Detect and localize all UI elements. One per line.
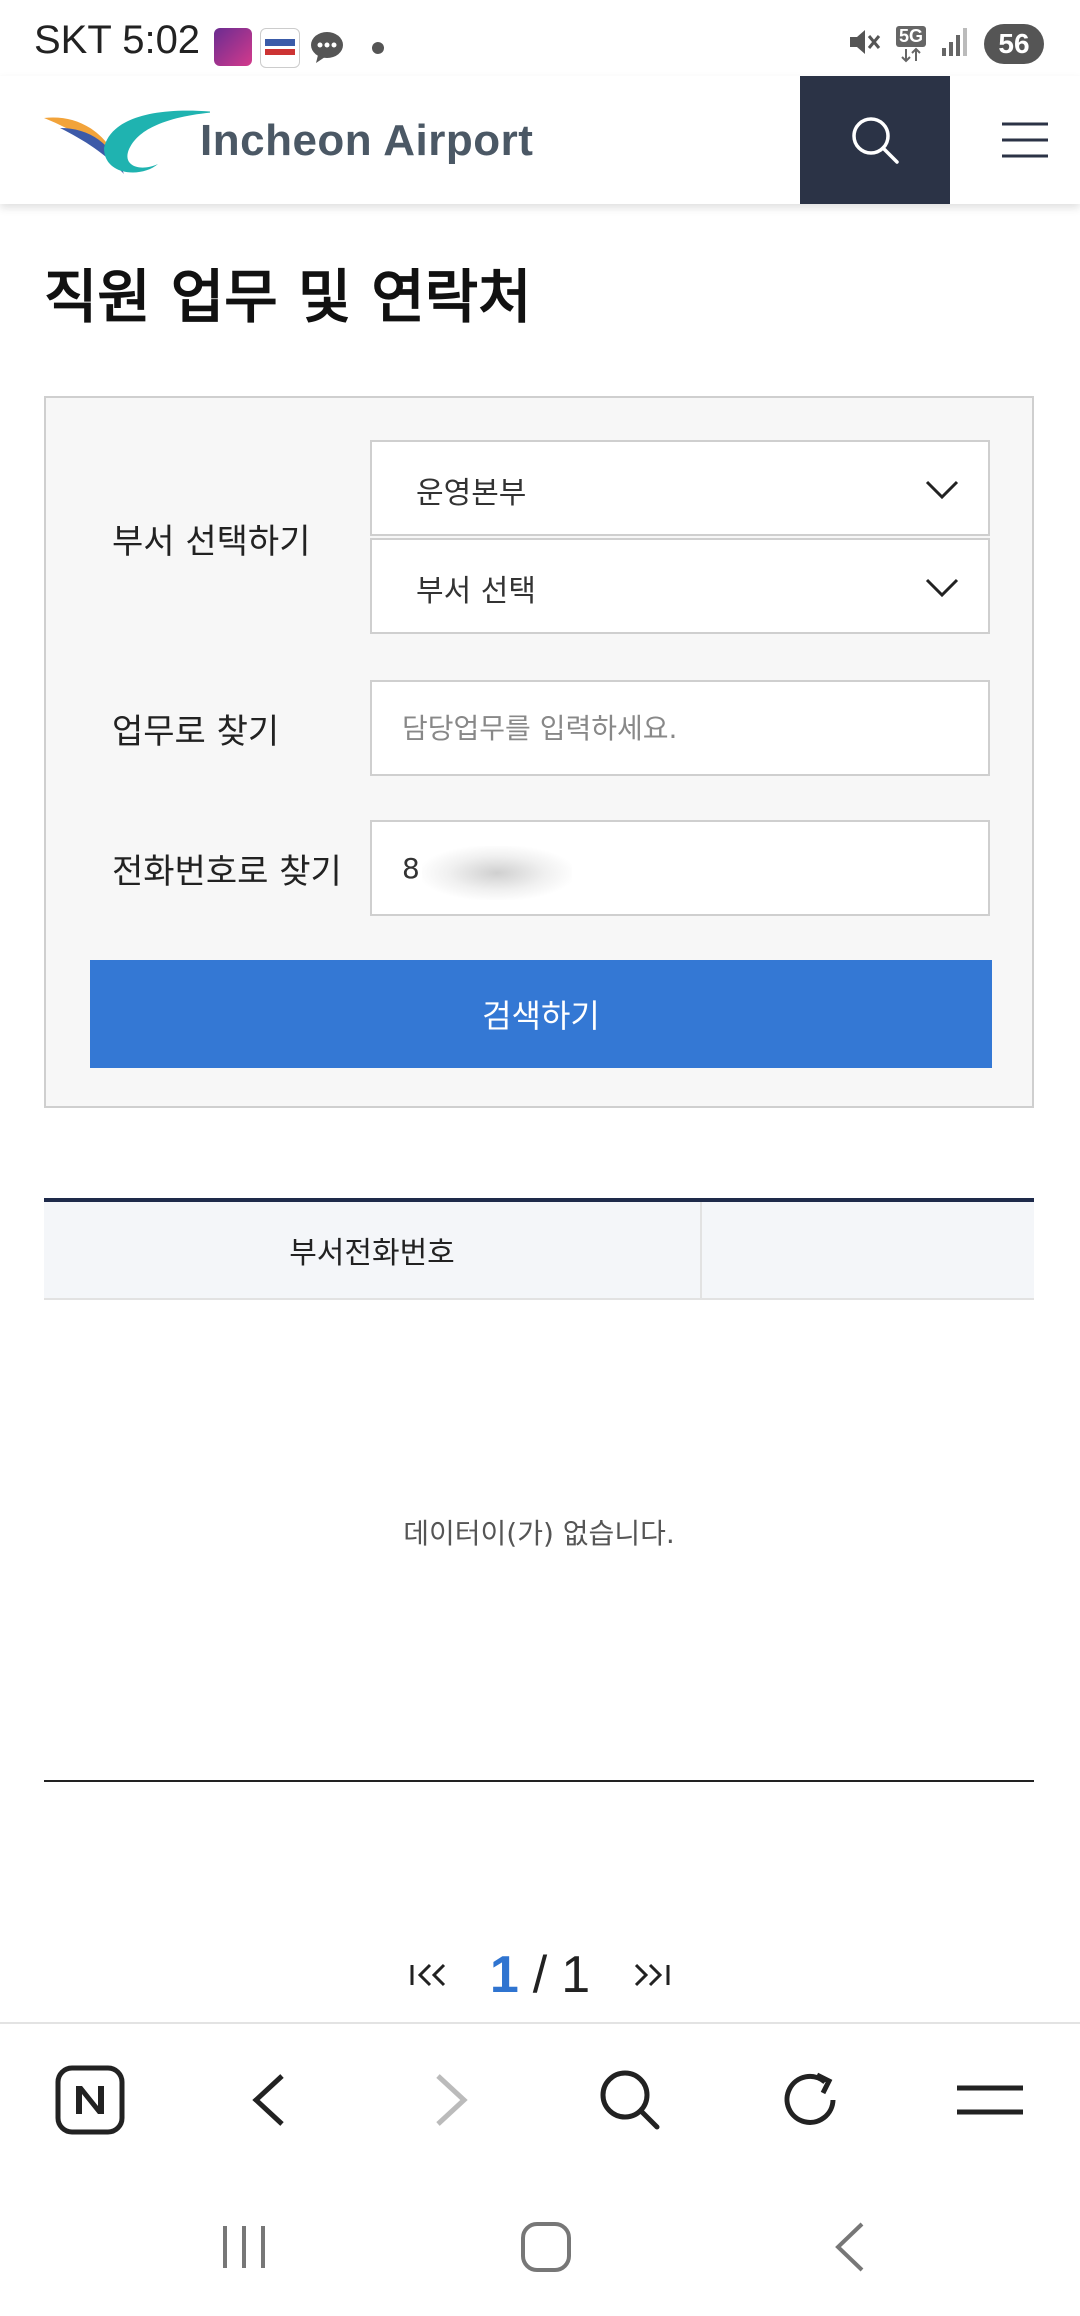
recent-apps-button[interactable] (204, 2212, 284, 2282)
department-label: 부서 선택하기 (112, 522, 311, 562)
home-icon (521, 2222, 571, 2272)
royal-match-notification-icon (260, 28, 300, 68)
task-label: 업무로 찾기 (112, 712, 280, 752)
status-bar: SKT 5:02 5G 56 (0, 0, 1080, 76)
first-page-icon (410, 1963, 445, 1987)
phone-search-input[interactable] (370, 820, 990, 916)
app-notification-icon (214, 28, 252, 66)
search-icon (600, 2070, 660, 2130)
department-select-value: 부서 선택 (416, 574, 536, 609)
hamburger-menu-icon (957, 2085, 1023, 2115)
pagination: 1 / 1 (0, 1940, 1080, 2010)
department-select[interactable]: 부서 선택 (370, 538, 990, 634)
browser-menu-button[interactable] (950, 2060, 1030, 2140)
search-form: 부서 선택하기 운영본부 부서 선택 업무로 찾기 전화번호로 찾기 검색하기 (44, 396, 1034, 1108)
forward-button[interactable] (412, 2060, 492, 2140)
logo-text: Incheon Airport (200, 116, 534, 165)
chevron-down-icon (925, 480, 959, 500)
search-submit-button[interactable]: 검색하기 (90, 960, 992, 1068)
chat-notification-icon (308, 28, 346, 66)
clock: 5:02 (122, 18, 201, 62)
back-button[interactable] (228, 2060, 308, 2140)
page-title: 직원 업무 및 연락처 (44, 263, 532, 331)
battery-level: 56 (998, 28, 1030, 59)
first-page-button[interactable] (400, 1950, 460, 2000)
network-label: 5G (895, 25, 926, 47)
back-arrow-icon (252, 2074, 284, 2126)
forward-arrow-icon (436, 2074, 468, 2126)
system-navigation-bar (0, 2172, 1080, 2316)
hamburger-menu-icon (1002, 122, 1048, 158)
carrier: SKT (34, 18, 112, 62)
reload-button[interactable] (770, 2060, 850, 2140)
naver-home-button[interactable] (50, 2060, 130, 2140)
header-menu-button[interactable] (990, 100, 1060, 180)
last-page-icon (635, 1963, 670, 1987)
column-header-phone: 부서전화번호 (44, 1202, 702, 1298)
page-separator: / (532, 1946, 548, 2004)
status-carrier-time: SKT 5:02 (34, 18, 200, 63)
phone-label: 전화번호로 찾기 (112, 852, 342, 892)
current-page: 1 (489, 1946, 519, 2004)
recent-apps-icon (223, 2226, 265, 2268)
division-select-value: 운영본부 (416, 476, 527, 511)
signal-icon (940, 26, 970, 62)
division-select[interactable]: 운영본부 (370, 440, 990, 536)
network-5g-icon: 5G (895, 25, 926, 63)
last-page-button[interactable] (620, 1950, 680, 2000)
search-icon (852, 117, 899, 164)
results-table: 부서전화번호 (44, 1198, 1034, 1300)
mute-icon (846, 24, 882, 64)
table-header-row: 부서전화번호 (44, 1198, 1034, 1300)
browser-search-button[interactable] (590, 2060, 670, 2140)
incheon-airport-logo[interactable]: Incheon Airport (40, 94, 560, 190)
page-indicator: 1 / 1 (490, 1945, 590, 2005)
column-header-empty (702, 1202, 1034, 1298)
system-back-icon (835, 2222, 864, 2272)
reload-icon (784, 2072, 836, 2125)
status-indicators: 5G 56 (846, 22, 1044, 66)
task-search-input[interactable] (370, 680, 990, 776)
battery-icon: 56 (984, 24, 1044, 64)
logo-swoosh-icon (44, 110, 210, 174)
chevron-down-icon (925, 578, 959, 598)
header-search-button[interactable] (800, 76, 950, 204)
site-header: Incheon Airport (0, 76, 1080, 204)
more-notifications-dot (372, 42, 384, 54)
table-bottom-border (44, 1780, 1034, 1782)
system-back-button[interactable] (810, 2212, 890, 2282)
total-pages: 1 (561, 1946, 591, 2004)
naver-n-icon (55, 2065, 125, 2135)
empty-results-message: 데이터이(가) 없습니다. (403, 1517, 675, 1550)
browser-toolbar (0, 2022, 1080, 2174)
home-button[interactable] (506, 2212, 586, 2282)
